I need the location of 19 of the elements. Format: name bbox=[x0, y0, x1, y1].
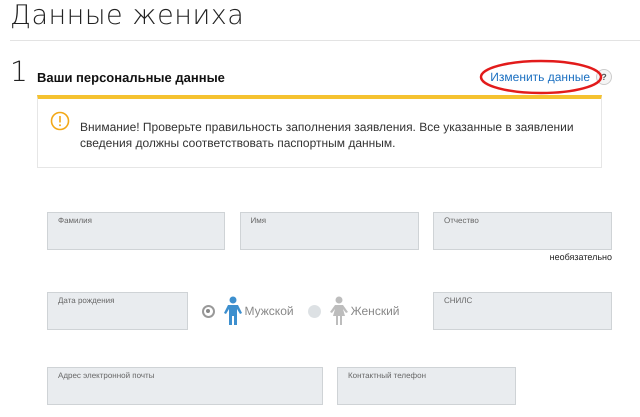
optional-note: необязательно bbox=[550, 252, 612, 262]
warning-text: Внимание! Проверьте правильность заполнения заявления. Все указанные в заявлении сведения должны соответствовать паспортным данным. bbox=[80, 119, 575, 151]
phone-field[interactable]: Контактный телефон bbox=[337, 367, 516, 405]
gender-label: Мужской bbox=[244, 304, 294, 318]
input-field[interactable]: Отчество bbox=[433, 212, 612, 250]
radio-button[interactable] bbox=[202, 304, 215, 318]
gender-label: Женский bbox=[350, 304, 400, 318]
warning-icon bbox=[50, 111, 70, 131]
man-icon bbox=[224, 296, 242, 326]
input-field[interactable]: Фамилия bbox=[47, 212, 225, 250]
input-field[interactable]: Имя bbox=[240, 212, 418, 250]
woman-icon bbox=[330, 296, 348, 326]
page-title: Данные жениха bbox=[10, 0, 246, 33]
email-field[interactable]: Адрес электронной почты bbox=[47, 367, 323, 405]
step-number: 1 bbox=[9, 57, 29, 90]
input-field[interactable]: СНИЛС bbox=[432, 292, 612, 330]
radio-button[interactable] bbox=[308, 304, 321, 318]
section-title: Ваши персональные данные bbox=[37, 70, 225, 84]
date-field[interactable]: Дата рождения bbox=[47, 292, 188, 330]
